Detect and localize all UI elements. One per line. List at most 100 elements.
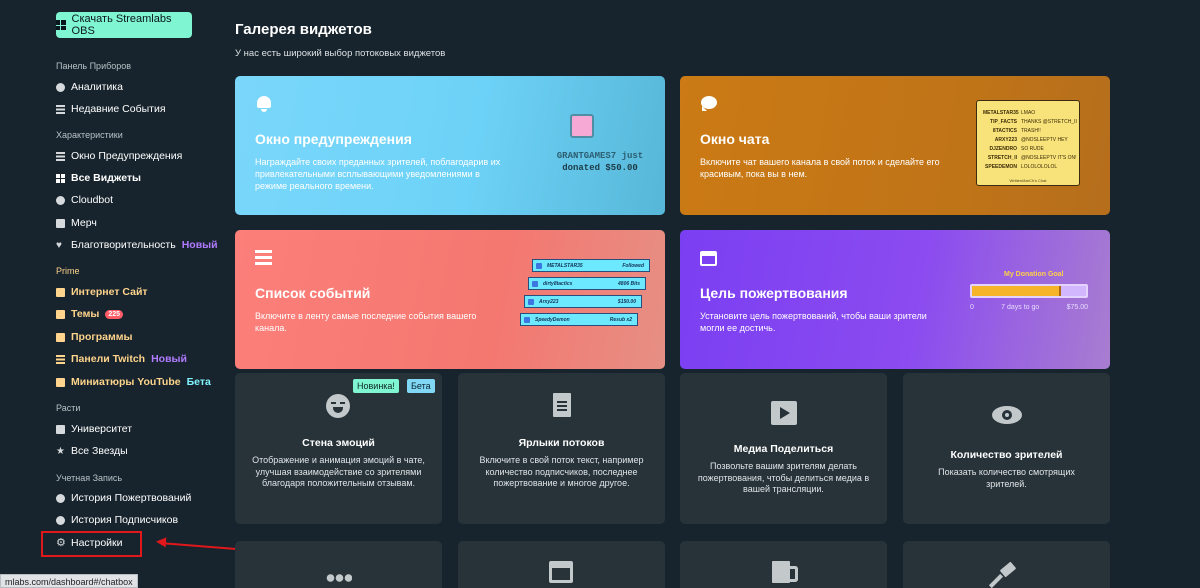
sidebar-item-website[interactable]: Интернет Сайт bbox=[56, 284, 148, 300]
card-desc: Включите чат вашего канала в свой поток … bbox=[700, 157, 940, 179]
page-title: Галерея виджетов bbox=[235, 21, 372, 38]
chat-row: METALSTAR35 LMAO bbox=[983, 110, 1036, 116]
widget-card-chat-box[interactable]: Окно чата Включите чат вашего канала в с… bbox=[680, 76, 1110, 215]
card-desc: Установите цель пожертвований, чтобы ваш… bbox=[700, 311, 927, 333]
widget-card-event-list[interactable]: Список событий Включите в ленту самые по… bbox=[235, 230, 665, 369]
sidebar-item-label: История Подписчиков bbox=[71, 514, 179, 526]
status-bar-url: mlabs.com/dashboard#/chatbox bbox=[0, 574, 138, 588]
card-title: Стена эмоций bbox=[302, 437, 375, 449]
sidebar-item-label: Благотворительность bbox=[71, 239, 176, 251]
section-features: Характеристики bbox=[56, 130, 123, 140]
avatar bbox=[570, 114, 594, 138]
widget-card-emote-wall[interactable]: Новинка! Бета Стена эмоций Отображение и… bbox=[235, 373, 442, 524]
event-row: METALSTAR35 Followed bbox=[532, 259, 650, 272]
donation-history-icon bbox=[56, 493, 65, 503]
chat-row: 8TACTICS TRASH!! bbox=[992, 128, 1041, 134]
chat-row: ARXY223 @NOSLEEPTV HEY bbox=[994, 137, 1068, 143]
alert-line-2: donated $50.00 bbox=[562, 163, 638, 173]
download-obs-button[interactable]: Скачать Streamlabs OBS bbox=[56, 12, 192, 38]
university-icon bbox=[56, 424, 65, 434]
mug-icon bbox=[772, 561, 798, 583]
section-account: Учетная Запись bbox=[56, 473, 123, 483]
widget-card-calendar[interactable] bbox=[458, 541, 665, 588]
sidebar-item-merch[interactable]: Мерч bbox=[56, 215, 97, 231]
sidebar-item-charity[interactable]: ♥ Благотворительность Новый bbox=[56, 237, 218, 253]
sidebar-item-recent-events[interactable]: Недавние События bbox=[56, 101, 166, 117]
list-icon bbox=[255, 250, 272, 265]
sidebar-item-label: Все Виджеты bbox=[71, 172, 141, 184]
sidebar-item-label: Cloudbot bbox=[71, 194, 114, 206]
sidebar-item-analytics[interactable]: Аналитика bbox=[56, 79, 123, 95]
widget-card-auction[interactable] bbox=[903, 541, 1110, 588]
grid-icon bbox=[56, 173, 65, 183]
goal-preview-title: My Donation Goal bbox=[1004, 271, 1064, 278]
chat-bubble-tail bbox=[702, 106, 707, 111]
themes-count-badge: 225 bbox=[105, 309, 124, 319]
apps-icon bbox=[56, 332, 65, 342]
card-desc: Включите в свой поток текст, например ко… bbox=[479, 455, 644, 488]
eye-icon bbox=[992, 406, 1022, 424]
alert-line-1: GRANTGAMES7 just bbox=[556, 151, 644, 161]
sidebar-item-alert-box[interactable]: Окно Предупреждения bbox=[56, 148, 182, 164]
sidebar-item-label: Аналитика bbox=[71, 81, 123, 93]
windows-icon bbox=[56, 20, 66, 30]
chat-footer: WrittenMarCh's Chat bbox=[1009, 178, 1047, 183]
new-badge: Новый bbox=[181, 239, 218, 251]
sub-history-icon bbox=[56, 515, 65, 525]
thumbnails-icon bbox=[56, 377, 65, 387]
cloudbot-icon bbox=[56, 195, 65, 205]
card-desc: Показать количество смотрящих зрителей. bbox=[938, 467, 1075, 489]
sidebar-item-cloudbot[interactable]: Cloudbot bbox=[56, 192, 113, 208]
sidebar-item-twitch-panels[interactable]: Панели Twitch Новый bbox=[56, 351, 187, 367]
sidebar-item-label: Все Звезды bbox=[71, 445, 128, 457]
sidebar-item-label: Темы bbox=[71, 308, 100, 320]
widget-card-alert-box[interactable]: Окно предупреждения Награждайте своих пр… bbox=[235, 76, 665, 215]
sidebar-item-label: История Пожертвований bbox=[71, 492, 192, 504]
card-title: Медиа Поделиться bbox=[733, 443, 834, 455]
ellipsis-icon bbox=[326, 574, 352, 582]
widget-card-donation-goal[interactable]: Цель пожертвования Установите цель пожер… bbox=[680, 230, 1110, 369]
panels-icon bbox=[56, 354, 65, 364]
calendar-icon bbox=[549, 561, 573, 583]
laughing-face-icon bbox=[326, 394, 350, 418]
sidebar-item-youtube-thumbnails[interactable]: Миниатюры YouTube Бета bbox=[56, 374, 211, 390]
widget-card-more[interactable] bbox=[235, 541, 442, 588]
card-desc: Включите в ленту самые последние события… bbox=[255, 311, 477, 333]
event-row: dirty8tactics 4806 Bits bbox=[528, 277, 646, 290]
alert-preview-text: GRANTGAMES7 just donated $50.00 bbox=[535, 150, 665, 174]
analytics-icon bbox=[56, 82, 65, 92]
goal-progress-fill bbox=[972, 286, 1061, 296]
card-title: Список событий bbox=[255, 285, 371, 301]
hammer-icon bbox=[988, 561, 1017, 588]
card-desc: Отображение и анимация эмоций в чате, ул… bbox=[252, 455, 425, 488]
event-row: Arxy223 $150.00 bbox=[524, 295, 642, 308]
sidebar-item-all-stars[interactable]: ★ Все Звезды bbox=[56, 443, 128, 459]
card-desc: Позвольте вашим зрителям делать пожертво… bbox=[697, 461, 870, 494]
page-subtitle: У нас есть широкий выбор потоковых видже… bbox=[235, 48, 446, 59]
sidebar-item-apps[interactable]: Программы bbox=[56, 329, 133, 345]
goal-days-left: 7 days to go bbox=[1001, 304, 1040, 311]
sidebar-item-all-widgets[interactable]: Все Виджеты bbox=[56, 170, 141, 186]
sidebar-item-themes[interactable]: Темы 225 bbox=[56, 306, 124, 322]
download-obs-label: Скачать Streamlabs OBS bbox=[71, 13, 172, 37]
chat-row: TIP_FACTS THANKS @STRETCH_II bbox=[990, 119, 1077, 125]
sidebar: Скачать Streamlabs OBS Панель Приборов А… bbox=[0, 0, 218, 588]
sidebar-item-label: Панели Twitch bbox=[71, 353, 146, 365]
goal-target: $75.00 bbox=[1066, 304, 1088, 311]
beta-tag: Бета bbox=[407, 379, 435, 393]
website-icon bbox=[56, 287, 65, 297]
goal-start: 0 bbox=[970, 304, 974, 311]
alert-box-icon bbox=[56, 151, 65, 161]
chat-preview: METALSTAR35 LMAO TIP_FACTS THANKS @STRETCH… bbox=[976, 100, 1080, 186]
sidebar-item-university[interactable]: Университет bbox=[56, 421, 132, 437]
sidebar-item-donation-history[interactable]: История Пожертвований bbox=[56, 490, 191, 506]
widget-card-media-share[interactable]: Медиа Поделиться Позвольте вашим зрителя… bbox=[680, 373, 887, 524]
event-list-preview: METALSTAR35 Followed dirty8tactics 4806 Bi… bbox=[520, 255, 665, 365]
card-title: Цель пожертвования bbox=[700, 285, 848, 301]
bell-clapper bbox=[261, 109, 267, 112]
goal-numbers: 0 7 days to go $75.00 bbox=[970, 304, 1088, 311]
sidebar-item-sub-history[interactable]: История Подписчиков bbox=[56, 512, 178, 528]
widget-card-viewer-count[interactable]: Количество зрителей Показать количество … bbox=[903, 373, 1110, 524]
widget-card-tip-jar[interactable] bbox=[680, 541, 887, 588]
widget-card-stream-labels[interactable]: Ярлыки потоков Включите в свой поток тек… bbox=[458, 373, 665, 524]
